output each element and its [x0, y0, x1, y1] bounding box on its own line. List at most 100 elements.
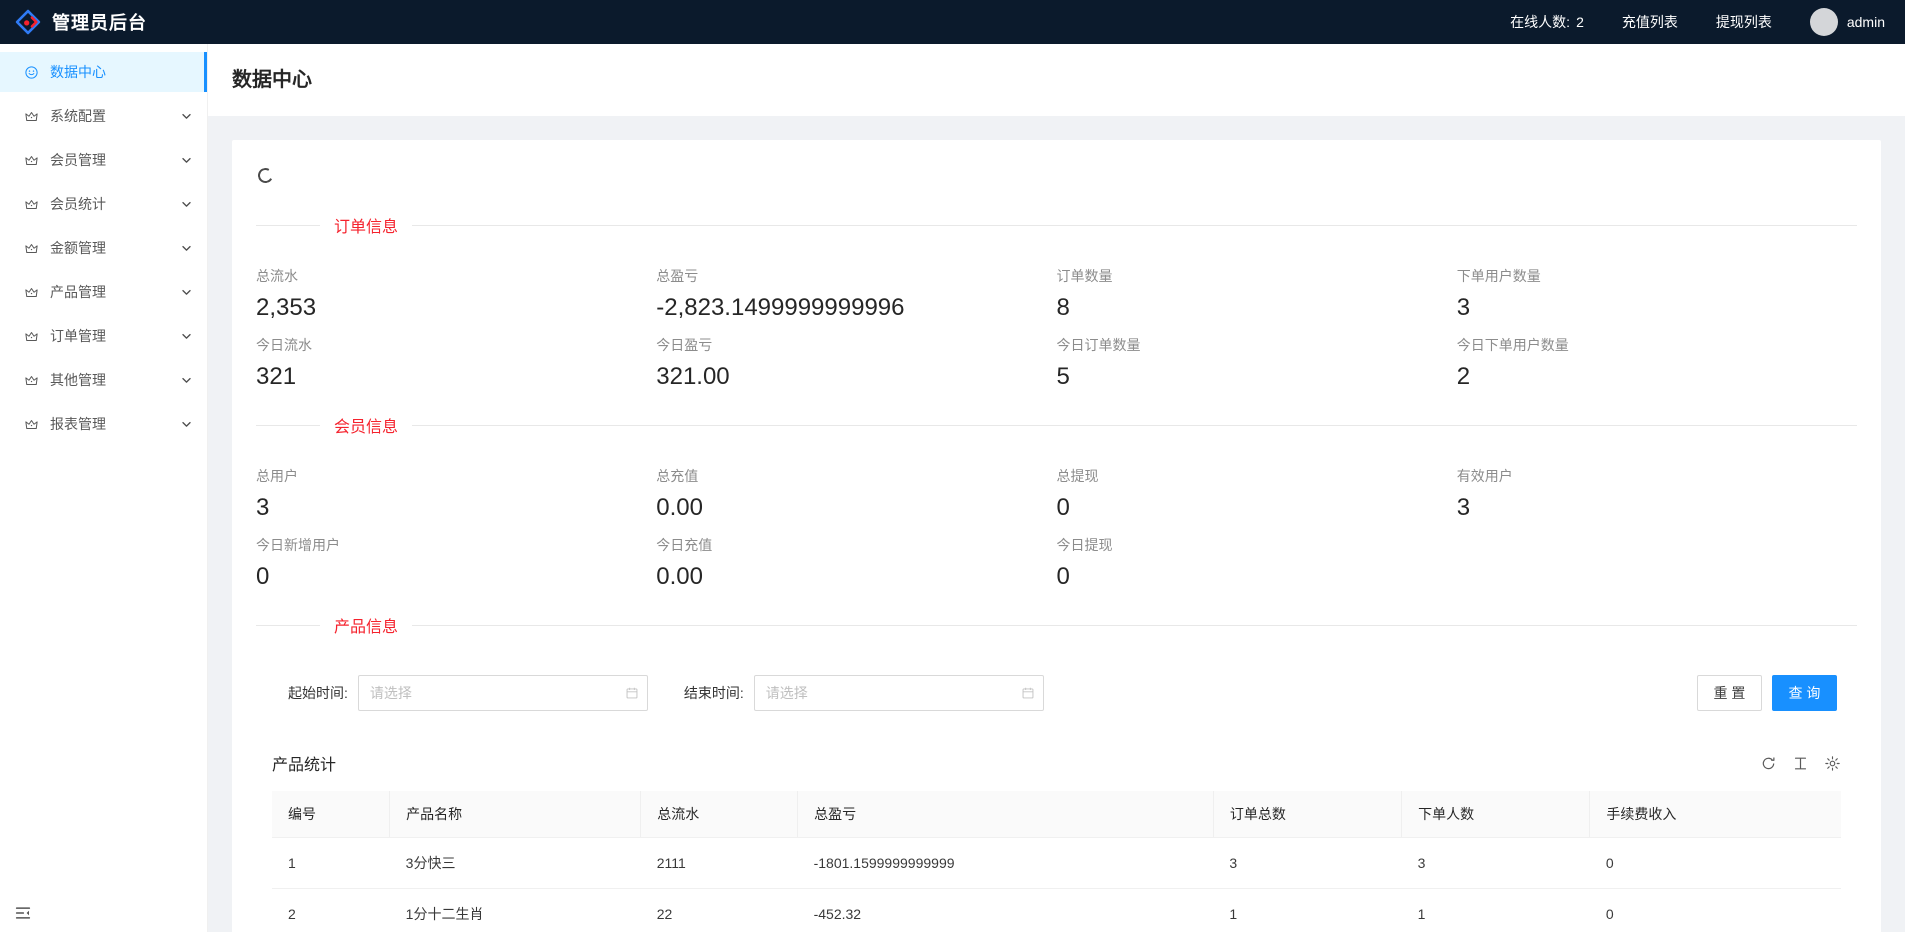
stat-sub-value: 321: [256, 361, 636, 393]
col-header-order-users: 下单人数: [1402, 791, 1590, 838]
order-stats-grid: 总流水 2,353 今日流水 321 总盈亏 -2,823.1499999999…: [256, 265, 1857, 393]
stat-valid-users: 有效用户 3: [1457, 465, 1857, 593]
query-button[interactable]: 查 询: [1772, 675, 1837, 711]
sidebar-item-label: 报表管理: [50, 414, 180, 434]
crown-icon: [24, 417, 39, 432]
col-header-fee-income: 手续费收入: [1590, 791, 1841, 838]
crown-icon: [24, 373, 39, 388]
sidebar-item-system-config[interactable]: 系统配置: [0, 96, 207, 136]
stat-value: 3: [256, 492, 636, 524]
stat-sub-value: 2: [1457, 361, 1837, 393]
stat-value: 8: [1057, 292, 1437, 324]
member-stats-grid: 总用户 3 今日新增用户 0 总充值 0.00 今日充值 0.00 总提现 0: [256, 465, 1857, 593]
stat-sub-label: 今日新增用户: [256, 534, 636, 556]
nav-recharge-list[interactable]: 充值列表: [1622, 12, 1678, 32]
page-title: 数据中心: [232, 66, 1881, 94]
sidebar-item-label: 系统配置: [50, 106, 180, 126]
cell-product-name: 3分快三: [390, 838, 641, 889]
sidebar-item-label: 其他管理: [50, 370, 180, 390]
stat-value: 0.00: [656, 492, 1036, 524]
col-header-order-total: 订单总数: [1213, 791, 1401, 838]
sidebar-item-label: 会员统计: [50, 194, 180, 214]
sidebar-item-label: 数据中心: [50, 62, 193, 82]
cell-total-flow: 22: [641, 889, 798, 932]
start-time-picker: [358, 675, 648, 711]
start-time-label: 起始时间:: [288, 683, 348, 703]
stat-value: 2,353: [256, 292, 636, 324]
sidebar-item-member-stats[interactable]: 会员统计: [0, 184, 207, 224]
divider-member-info: 会员信息: [256, 413, 1857, 437]
stat-label: 总流水: [256, 265, 636, 287]
stat-value: 3: [1457, 492, 1837, 524]
content-area: 订单信息 总流水 2,353 今日流水 321 总盈亏 -2,823.14999…: [208, 116, 1905, 932]
sidebar-item-label: 金额管理: [50, 238, 180, 258]
stat-label: 下单用户数量: [1457, 265, 1837, 287]
dashboard-card: 订单信息 总流水 2,353 今日流水 321 总盈亏 -2,823.14999…: [232, 140, 1881, 932]
column-height-icon[interactable]: [1792, 755, 1809, 772]
online-users-label: 在线人数:: [1510, 12, 1570, 32]
chevron-down-icon: [180, 242, 193, 255]
cell-id: 1: [272, 838, 390, 889]
filter-row: 起始时间: 结束时间: 重 置: [288, 675, 1857, 711]
stat-label: 总盈亏: [656, 265, 1036, 287]
start-time-input[interactable]: [358, 675, 648, 711]
chevron-down-icon: [180, 374, 193, 387]
sidebar-item-member-manage[interactable]: 会员管理: [0, 140, 207, 180]
cell-order-total: 1: [1213, 889, 1401, 932]
col-header-total-profit: 总盈亏: [798, 791, 1214, 838]
stat-value: 0: [1057, 492, 1437, 524]
stat-total-users: 总用户 3 今日新增用户 0: [256, 465, 656, 593]
stat-label: 订单数量: [1057, 265, 1437, 287]
col-header-product-name: 产品名称: [390, 791, 641, 838]
divider-order-info: 订单信息: [256, 213, 1857, 237]
crown-icon: [24, 109, 39, 124]
end-time-input[interactable]: [754, 675, 1044, 711]
sidebar-item-amount-manage[interactable]: 金额管理: [0, 228, 207, 268]
main-area: 数据中心 订单信息 总流水 2,353 今日流水 321 总盈亏: [208, 44, 1905, 932]
stat-order-count: 订单数量 8 今日订单数量 5: [1057, 265, 1457, 393]
divider-member-info-label: 会员信息: [320, 413, 412, 437]
stat-total-withdraw: 总提现 0 今日提现 0: [1057, 465, 1457, 593]
user-menu[interactable]: admin: [1810, 8, 1885, 36]
nav-withdraw-list[interactable]: 提现列表: [1716, 12, 1772, 32]
cell-id: 2: [272, 889, 390, 932]
stat-total-recharge: 总充值 0.00 今日充值 0.00: [656, 465, 1056, 593]
sidebar-item-other-manage[interactable]: 其他管理: [0, 360, 207, 400]
chevron-down-icon: [180, 330, 193, 343]
table-title: 产品统计: [272, 751, 336, 775]
page-header: 数据中心: [208, 44, 1905, 116]
start-time-group: 起始时间:: [288, 675, 648, 711]
settings-gear-icon[interactable]: [1824, 755, 1841, 772]
cell-fee-income: 0: [1590, 889, 1841, 932]
crown-icon: [24, 285, 39, 300]
chevron-down-icon: [180, 110, 193, 123]
table-header-row: 编号 产品名称 总流水 总盈亏 订单总数 下单人数 手续费收入: [272, 791, 1841, 838]
sidebar-item-data-center[interactable]: 数据中心: [0, 52, 207, 92]
sidebar-item-product-manage[interactable]: 产品管理: [0, 272, 207, 312]
smile-icon: [24, 65, 39, 80]
sidebar-item-label: 会员管理: [50, 150, 180, 170]
stat-sub-label: 今日提现: [1057, 534, 1437, 556]
chevron-down-icon: [180, 418, 193, 431]
online-users: 在线人数: 2: [1510, 12, 1584, 32]
sidebar-item-report-manage[interactable]: 报表管理: [0, 404, 207, 444]
toolbar-icons: [1745, 755, 1841, 772]
avatar[interactable]: [1810, 8, 1838, 36]
app-logo: [14, 8, 42, 36]
stat-sub-label: 今日充值: [656, 534, 1036, 556]
sidebar: 数据中心 系统配置 会员管理 会员统计 金额管理 产品管理: [0, 44, 208, 932]
loading-spinner-icon: [256, 166, 274, 184]
chevron-down-icon: [180, 154, 193, 167]
divider-product-info-label: 产品信息: [320, 613, 412, 637]
cell-total-flow: 2111: [641, 838, 798, 889]
stat-label: 总充值: [656, 465, 1036, 487]
divider-order-info-label: 订单信息: [320, 213, 412, 237]
stat-sub-label: 今日盈亏: [656, 334, 1036, 356]
stat-label: 总用户: [256, 465, 636, 487]
crown-icon: [24, 329, 39, 344]
reload-icon[interactable]: [1760, 755, 1777, 772]
menu-fold-icon[interactable]: [14, 904, 32, 922]
crown-icon: [24, 197, 39, 212]
sidebar-item-order-manage[interactable]: 订单管理: [0, 316, 207, 356]
reset-button[interactable]: 重 置: [1697, 675, 1762, 711]
